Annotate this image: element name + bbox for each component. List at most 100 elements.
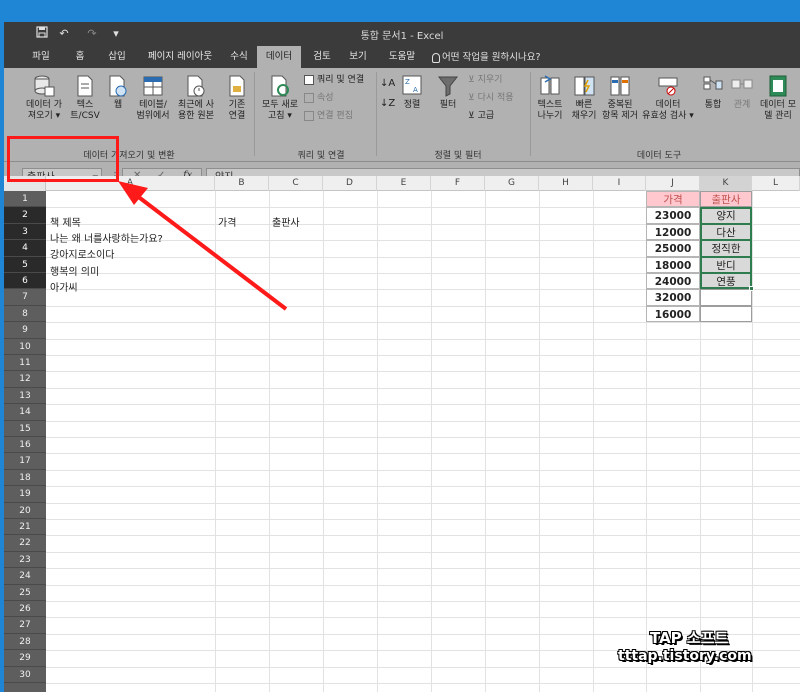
- tab-help[interactable]: 도움말: [382, 46, 422, 68]
- row-header[interactable]: 18: [4, 470, 46, 487]
- worksheet-grid[interactable]: A B C D E F G H I J K L 1 2 3 4 5 6 7 8 9 10 11 12 1…: [4, 176, 800, 692]
- publisher-cell[interactable]: [700, 289, 752, 306]
- column-header-f[interactable]: F: [431, 176, 485, 191]
- from-web-button[interactable]: 웹: [104, 74, 132, 111]
- tab-review[interactable]: 검토: [306, 46, 338, 68]
- column-header-e[interactable]: E: [377, 176, 431, 191]
- price-header-cell[interactable]: 가격: [646, 191, 700, 208]
- text-csv-button[interactable]: 텍스 트/CSV: [68, 74, 102, 122]
- price-cell[interactable]: 25000: [646, 240, 700, 257]
- sort-ascending-icon[interactable]: ↓A: [380, 78, 395, 90]
- publisher-cell[interactable]: 연풍: [700, 273, 752, 290]
- tell-me-search[interactable]: 어떤 작업을 원하시나요?: [432, 49, 632, 66]
- row-header[interactable]: 12: [4, 371, 46, 388]
- row-header[interactable]: 26: [4, 601, 46, 618]
- cell-a3[interactable]: 강아지로소이다: [50, 248, 114, 264]
- filter-button[interactable]: 필터: [434, 74, 462, 111]
- publisher-cell[interactable]: 양지: [700, 207, 752, 224]
- publisher-cell[interactable]: 정직한: [700, 240, 752, 257]
- cell-a5[interactable]: 아가씨: [50, 281, 78, 297]
- row-header[interactable]: 9: [4, 322, 46, 339]
- column-header-i[interactable]: I: [593, 176, 646, 191]
- column-header-b[interactable]: B: [215, 176, 269, 191]
- row-header[interactable]: 20: [4, 503, 46, 519]
- row-header[interactable]: 13: [4, 388, 46, 405]
- cell-c1[interactable]: 출판사: [272, 216, 300, 232]
- edit-links-button[interactable]: 연결 편집: [304, 110, 353, 122]
- row-header[interactable]: 15: [4, 421, 46, 437]
- tab-home[interactable]: 홈: [66, 46, 94, 68]
- row-header[interactable]: 16: [4, 437, 46, 454]
- existing-connections-button[interactable]: 기존 연결: [222, 74, 252, 122]
- cell-a2[interactable]: 나는 왜 너를사랑하는가요?: [50, 232, 163, 248]
- row-header[interactable]: 28: [4, 634, 46, 651]
- tab-data[interactable]: 데이터: [257, 46, 301, 68]
- publisher-header-cell[interactable]: 출판사: [700, 191, 752, 208]
- row-header[interactable]: 14: [4, 404, 46, 421]
- column-header-d[interactable]: D: [323, 176, 377, 191]
- column-header-h[interactable]: H: [539, 176, 593, 191]
- row-header[interactable]: 3: [4, 223, 46, 241]
- cell-a4[interactable]: 행복의 의미: [50, 265, 99, 281]
- price-cell[interactable]: 18000: [646, 256, 700, 273]
- refresh-all-button[interactable]: 모두 새로 고침 ▾: [258, 74, 302, 122]
- row-header[interactable]: 7: [4, 289, 46, 306]
- fill-handle[interactable]: [749, 286, 754, 292]
- price-cell[interactable]: 32000: [646, 289, 700, 306]
- tab-insert[interactable]: 삽입: [100, 46, 134, 68]
- price-cell[interactable]: 12000: [646, 223, 700, 241]
- row-header[interactable]: 1: [4, 191, 46, 208]
- sort-descending-icon[interactable]: ↓Z: [380, 98, 395, 110]
- row-header[interactable]: 8: [4, 306, 46, 323]
- tab-view[interactable]: 보기: [342, 46, 374, 68]
- row-header[interactable]: 25: [4, 585, 46, 601]
- column-header-l[interactable]: L: [752, 176, 800, 191]
- consolidate-button[interactable]: 통합: [698, 74, 728, 111]
- recent-sources-button[interactable]: 최근에 사 용한 원본: [174, 74, 218, 122]
- price-cell[interactable]: 23000: [646, 207, 700, 224]
- relationships-button[interactable]: 관계: [728, 74, 756, 111]
- row-header[interactable]: 4: [4, 240, 46, 257]
- row-header[interactable]: 24: [4, 568, 46, 585]
- publisher-cell[interactable]: 반디: [700, 256, 752, 273]
- from-table-button[interactable]: 테이블/범위에서: [134, 74, 172, 122]
- tab-page-layout[interactable]: 페이지 레이아웃: [140, 46, 220, 68]
- row-header[interactable]: 29: [4, 650, 46, 667]
- get-data-button[interactable]: 데이터 가 져오기 ▾: [22, 74, 66, 122]
- row-header[interactable]: 11: [4, 355, 46, 372]
- row-header[interactable]: 21: [4, 519, 46, 536]
- row-header[interactable]: 6: [4, 273, 46, 290]
- tab-formulas[interactable]: 수식: [224, 46, 254, 68]
- row-header[interactable]: 5: [4, 256, 46, 273]
- publisher-cell[interactable]: 다산: [700, 223, 752, 241]
- clear-button[interactable]: ⊻ 지우기: [468, 74, 502, 86]
- column-header-k[interactable]: K: [700, 176, 752, 191]
- properties-button[interactable]: 속성: [304, 92, 334, 104]
- publisher-cell[interactable]: [700, 305, 752, 323]
- price-cell[interactable]: 16000: [646, 305, 700, 323]
- cell-b1[interactable]: 가격: [218, 216, 236, 232]
- row-header[interactable]: 19: [4, 486, 46, 503]
- cell-a1[interactable]: 책 제목: [50, 216, 81, 232]
- row-header[interactable]: 23: [4, 552, 46, 569]
- row-header[interactable]: 27: [4, 617, 46, 634]
- queries-connections-button[interactable]: 쿼리 및 연결: [304, 74, 364, 86]
- column-header-j[interactable]: J: [646, 176, 700, 191]
- reapply-button[interactable]: ⊻ 다시 적용: [468, 92, 514, 104]
- flash-fill-button[interactable]: 빠른 채우기: [568, 74, 600, 122]
- tab-file[interactable]: 파일: [24, 46, 58, 68]
- text-to-columns-button[interactable]: 텍스트 나누기: [532, 74, 568, 122]
- data-model-button[interactable]: 데이터 모델 관리: [756, 74, 800, 122]
- remove-duplicates-button[interactable]: 중복된 항목 제거: [600, 74, 640, 122]
- row-header[interactable]: 2: [4, 207, 46, 224]
- data-validation-button[interactable]: 데이터 유효성 검사 ▾: [640, 74, 696, 122]
- column-header-g[interactable]: G: [485, 176, 539, 191]
- advanced-filter-button[interactable]: ⊻ 고급: [468, 110, 494, 122]
- price-cell[interactable]: 24000: [646, 273, 700, 290]
- column-header-c[interactable]: C: [269, 176, 323, 191]
- sort-button[interactable]: ZA 정렬: [398, 74, 426, 111]
- row-header[interactable]: 30: [4, 667, 46, 683]
- row-header[interactable]: 22: [4, 535, 46, 552]
- row-header[interactable]: 17: [4, 453, 46, 470]
- row-header[interactable]: 10: [4, 339, 46, 355]
